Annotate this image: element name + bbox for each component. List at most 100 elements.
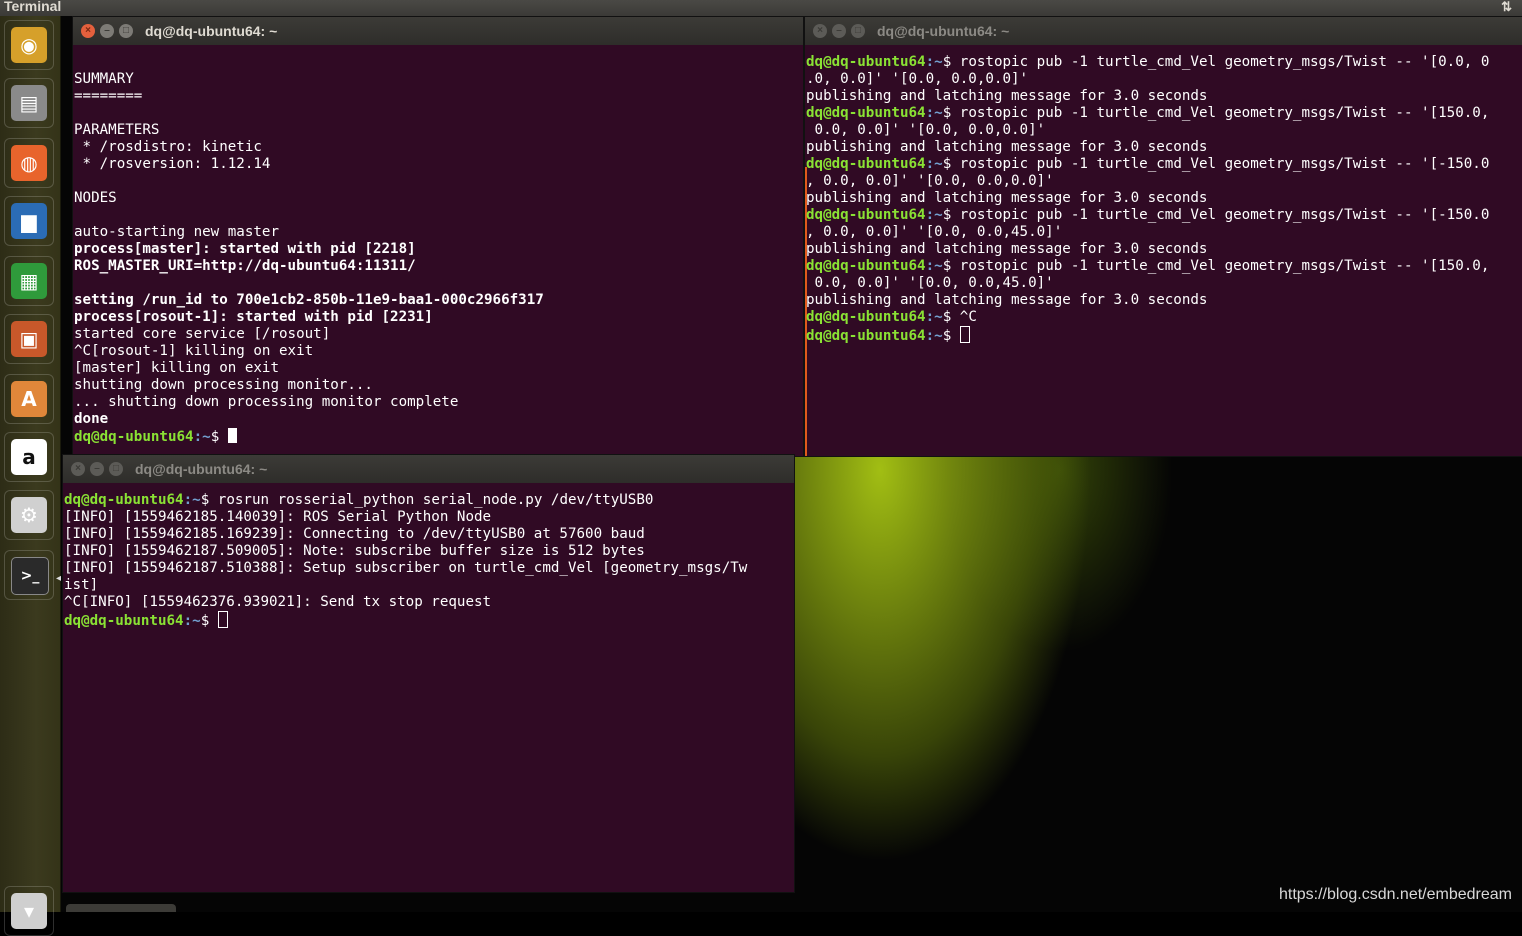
maximize-button[interactable]: □ <box>109 462 123 476</box>
files-icon: ▤ <box>11 85 47 121</box>
prompt-line[interactable]: dq@dq-ubuntu64:~$ <box>806 326 1489 344</box>
minimize-button[interactable]: – <box>90 462 104 476</box>
command-text: rostopic pub -1 turtle_cmd_Vel geometry_… <box>959 156 1490 172</box>
terminal-window-rostopic[interactable]: × – □ dq@dq-ubuntu64: ~ dq@dq-ubuntu64:~… <box>805 17 1522 456</box>
prompt-path: :~ <box>925 207 943 223</box>
command-line: dq@dq-ubuntu64:~$ rostopic pub -1 turtle… <box>806 258 1489 275</box>
window-title: dq@dq-ubuntu64: ~ <box>145 23 278 39</box>
prompt-path: :~ <box>925 54 943 70</box>
prompt-path: :~ <box>925 328 943 344</box>
output-text: , 0.0, 0.0]' '[0.0, 0.0,45.0]' <box>806 224 1063 240</box>
libreoffice-calc-icon: ▦ <box>11 263 47 299</box>
terminal-line: [master] killing on exit <box>74 360 279 376</box>
prompt-user: dq@dq-ubuntu64 <box>806 309 926 325</box>
terminal-line: SUMMARY <box>74 71 134 87</box>
libreoffice-impress-icon: ▣ <box>11 321 47 357</box>
terminal-line: publishing and latching message for 3.0 … <box>806 292 1489 309</box>
terminal-line: 0.0, 0.0]' '[0.0, 0.0,45.0]' <box>806 275 1489 292</box>
maximize-button[interactable]: □ <box>851 24 865 38</box>
output-text: .0, 0.0]' '[0.0, 0.0,0.0]' <box>806 71 1029 87</box>
terminal-line: ist] <box>64 577 99 593</box>
command-text: rostopic pub -1 turtle_cmd_Vel geometry_… <box>959 258 1490 274</box>
terminal-line: [INFO] [1559462185.169239]: Connecting t… <box>64 526 645 542</box>
prompt-symbol: $ <box>200 613 218 629</box>
libreoffice-impress-launcher-item[interactable]: ▣ <box>4 314 54 364</box>
prompt-user: dq@dq-ubuntu64 <box>806 105 926 121</box>
titlebar[interactable]: × – □ dq@dq-ubuntu64: ~ <box>63 455 794 483</box>
terminal-line: ^C[INFO] [1559462376.939021]: Send tx st… <box>64 594 492 610</box>
terminal-line: publishing and latching message for 3.0 … <box>806 241 1489 258</box>
software-center-launcher-item[interactable]: A <box>4 374 54 424</box>
terminal-line: ^C[rosout-1] killing on exit <box>74 343 314 359</box>
close-button[interactable]: × <box>813 24 827 38</box>
trash-launcher-item[interactable]: ▾ <box>4 886 54 936</box>
prompt-user: dq@dq-ubuntu64 <box>806 207 926 223</box>
window-title: dq@dq-ubuntu64: ~ <box>135 461 268 477</box>
prompt-line[interactable]: dq@dq-ubuntu64:~$ <box>74 428 544 445</box>
close-button[interactable]: × <box>81 24 95 38</box>
system-settings-launcher-item[interactable]: ⚙ <box>4 490 54 540</box>
terminal-cursor <box>217 611 228 628</box>
terminal-line: process[rosout-1]: started with pid [223… <box>74 309 433 325</box>
minimize-button[interactable]: – <box>100 24 114 38</box>
terminal-output[interactable]: dq@dq-ubuntu64:~$ rostopic pub -1 turtle… <box>806 54 1490 344</box>
minimized-window-tab[interactable] <box>66 904 176 912</box>
trash-icon: ▾ <box>11 893 47 929</box>
output-text: , 0.0, 0.0]' '[0.0, 0.0,0.0]' <box>806 173 1054 189</box>
prompt-symbol: $ <box>942 105 960 121</box>
titlebar[interactable]: × – □ dq@dq-ubuntu64: ~ <box>73 17 803 45</box>
ubuntu-dash-launcher-item[interactable]: ◉ <box>4 20 54 70</box>
libreoffice-calc-launcher-item[interactable]: ▦ <box>4 256 54 306</box>
libreoffice-writer-launcher-item[interactable]: ▆ <box>4 196 54 246</box>
terminal-window-rosserial[interactable]: × – □ dq@dq-ubuntu64: ~ dq@dq-ubuntu64:~… <box>63 455 794 892</box>
software-center-icon: A <box>11 381 47 417</box>
firefox-launcher-item[interactable]: ◍ <box>4 138 54 188</box>
output-text: publishing and latching message for 3.0 … <box>806 241 1208 257</box>
prompt-symbol: $ <box>210 429 228 445</box>
prompt-user: dq@dq-ubuntu64 <box>64 613 184 629</box>
prompt-path: :~ <box>925 156 943 172</box>
prompt-user: dq@dq-ubuntu64 <box>806 156 926 172</box>
terminal-line: [INFO] [1559462185.140039]: ROS Serial P… <box>64 509 492 525</box>
files-launcher-item[interactable]: ▤ <box>4 78 54 128</box>
prompt-symbol: $ <box>942 258 960 274</box>
prompt-path: :~ <box>193 429 211 445</box>
terminal-line: process[master]: started with pid [2218] <box>74 241 416 257</box>
command-line: dq@dq-ubuntu64:~$ rostopic pub -1 turtle… <box>806 54 1489 71</box>
firefox-icon: ◍ <box>11 145 47 181</box>
active-indicator-icon: ◂ <box>56 573 62 584</box>
titlebar[interactable]: × – □ dq@dq-ubuntu64: ~ <box>805 17 1522 45</box>
prompt-user: dq@dq-ubuntu64 <box>74 429 194 445</box>
terminal-cursor <box>227 428 237 443</box>
prompt-user: dq@dq-ubuntu64 <box>806 54 926 70</box>
terminal-window-roscore[interactable]: × – □ dq@dq-ubuntu64: ~ SUMMARY ======== P… <box>73 17 803 456</box>
terminal-line: started core service [/rosout] <box>74 326 331 342</box>
top-panel: Terminal ⇅ <box>0 0 1522 16</box>
prompt-symbol: $ <box>942 156 960 172</box>
terminal-line: shutting down processing monitor... <box>74 377 373 393</box>
terminal-line: publishing and latching message for 3.0 … <box>806 139 1489 156</box>
prompt-line[interactable]: dq@dq-ubuntu64:~$ <box>64 611 747 629</box>
ubuntu-dash-icon: ◉ <box>11 27 47 63</box>
terminal-icon: >_ <box>11 557 49 595</box>
command-line: dq@dq-ubuntu64:~$ rosrun rosserial_pytho… <box>64 492 747 509</box>
amazon-launcher-item[interactable]: a <box>4 432 54 482</box>
close-button[interactable]: × <box>71 462 85 476</box>
watermark-text: https://blog.csdn.net/embedream <box>1278 886 1512 903</box>
libreoffice-writer-icon: ▆ <box>11 203 47 239</box>
prompt-path: :~ <box>183 613 201 629</box>
terminal-output[interactable]: SUMMARY ======== PARAMETERS * /rosdistro: … <box>74 54 544 445</box>
terminal-line: setting /run_id to 700e1cb2-850b-11e9-ba… <box>74 292 544 308</box>
terminal-line: ======== <box>74 88 143 104</box>
terminal-cursor <box>959 326 970 343</box>
minimize-button[interactable]: – <box>832 24 846 38</box>
terminal-line: done <box>74 411 109 427</box>
maximize-button[interactable]: □ <box>119 24 133 38</box>
prompt-user: dq@dq-ubuntu64 <box>806 328 926 344</box>
network-updown-icon[interactable]: ⇅ <box>1501 0 1512 13</box>
output-text: publishing and latching message for 3.0 … <box>806 139 1208 155</box>
terminal-launcher-item[interactable]: >_ <box>4 550 54 600</box>
terminal-output[interactable]: dq@dq-ubuntu64:~$ rosrun rosserial_pytho… <box>64 492 747 629</box>
